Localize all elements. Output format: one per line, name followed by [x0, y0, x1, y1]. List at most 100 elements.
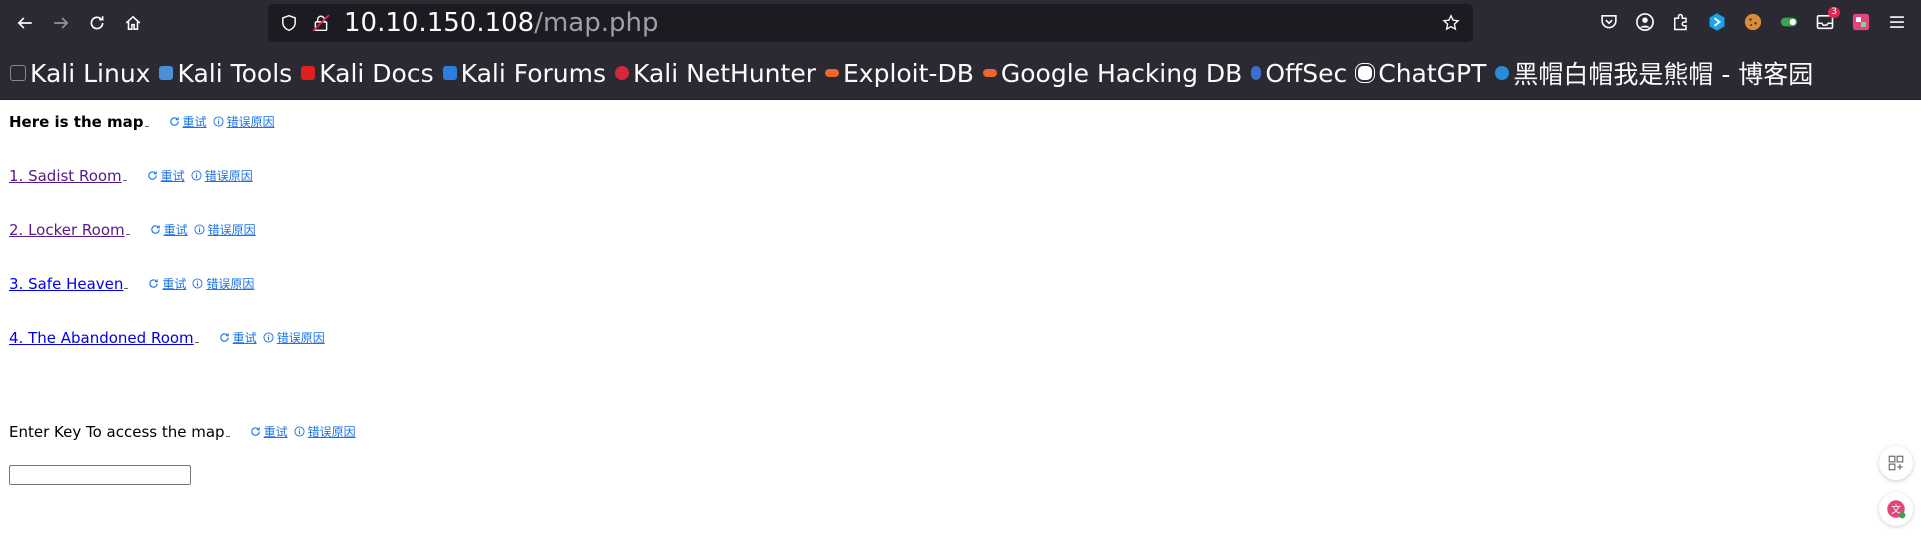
- error-reason-link[interactable]: 错误原因: [277, 329, 325, 346]
- toggle-extension-icon: [1780, 17, 1798, 27]
- error-reason-link[interactable]: 错误原因: [206, 275, 254, 292]
- floating-grid-button[interactable]: [1879, 446, 1913, 480]
- room-row: 3. Safe Heaven 重试 错误原因: [9, 275, 254, 293]
- translate-marker: [125, 233, 130, 235]
- bookmark-kali-tools[interactable]: Kali Tools: [159, 59, 292, 88]
- kali-docs-icon: [301, 66, 316, 80]
- translate-marker: [124, 287, 129, 289]
- retry-link[interactable]: 重试: [161, 167, 185, 184]
- extension-blue-button[interactable]: [1706, 11, 1728, 33]
- bookmark-label: OffSec: [1265, 58, 1348, 88]
- bookmark-kali-forums[interactable]: Kali Forums: [442, 58, 607, 88]
- retry-icon: [169, 117, 179, 126]
- reload-button[interactable]: [82, 8, 112, 38]
- key-input[interactable]: [9, 465, 191, 485]
- bookmark-exploit-db[interactable]: Exploit-DB: [824, 58, 974, 88]
- retry-link[interactable]: 重试: [162, 275, 186, 292]
- room-link-locker[interactable]: 2. Locker Room: [9, 221, 125, 239]
- arrow-left-icon: [17, 17, 32, 29]
- cnblogs-icon: [1495, 66, 1510, 80]
- translate-ext-inline: 重试 错误原因: [148, 275, 254, 292]
- retry-icon: [149, 279, 159, 288]
- retry-link[interactable]: 重试: [164, 221, 188, 238]
- menu-button[interactable]: [1886, 11, 1908, 33]
- bookmark-google-hacking-db[interactable]: Google Hacking DB: [982, 59, 1242, 88]
- offsec-icon: [1251, 66, 1262, 80]
- bookmark-chatgpt[interactable]: ChatGPT: [1356, 59, 1486, 88]
- url-host: 10.10.150.108: [344, 8, 535, 38]
- insecure-lock-icon[interactable]: [312, 14, 330, 32]
- exploit-db-icon: [824, 69, 839, 77]
- room-link-safe-heaven[interactable]: 3. Safe Heaven: [9, 275, 123, 293]
- extensions-button[interactable]: [1670, 11, 1692, 33]
- toggle-extension-button[interactable]: [1778, 11, 1800, 33]
- translate-marker: [194, 341, 199, 343]
- translate-marker: [225, 435, 230, 437]
- error-reason-link[interactable]: 错误原因: [205, 167, 253, 184]
- puzzle-icon: [1674, 13, 1687, 31]
- bookmark-star-icon[interactable]: [1442, 14, 1460, 32]
- home-button[interactable]: [118, 8, 148, 38]
- retry-link[interactable]: 重试: [264, 423, 288, 440]
- translate-extension-button[interactable]: [1850, 11, 1872, 33]
- bookmark-cnblogs[interactable]: 黑帽白帽我是熊帽 - 博客园: [1495, 55, 1813, 91]
- error-reason-link[interactable]: 错误原因: [227, 113, 275, 130]
- url-text[interactable]: 10.10.150.108/map.php: [344, 9, 659, 37]
- room-link-sadist[interactable]: 1. Sadist Room: [9, 167, 122, 185]
- retry-link[interactable]: 重试: [233, 329, 257, 346]
- grid-add-icon: [1888, 455, 1904, 471]
- cookie-icon: [1744, 13, 1762, 31]
- browser-toolbar: 10.10.150.108/map.php 3: [0, 0, 1921, 47]
- retry-link[interactable]: 重试: [183, 113, 207, 130]
- retry-icon: [148, 171, 157, 180]
- map-heading-row: Here is the map 重试 错误原因: [9, 113, 275, 131]
- cookie-extension-button[interactable]: [1742, 11, 1764, 33]
- room-row: 2. Locker Room 重试 错误原因: [9, 221, 256, 239]
- back-button[interactable]: [10, 8, 40, 38]
- ghdb-icon: [982, 69, 997, 77]
- kali-nethunter-icon: [615, 66, 630, 80]
- hexagon-extension-icon: [1709, 13, 1725, 31]
- error-reason-link[interactable]: 错误原因: [208, 221, 256, 238]
- info-icon: [263, 332, 274, 343]
- info-icon: [194, 224, 205, 235]
- chatgpt-icon: [1356, 64, 1375, 82]
- shield-icon[interactable]: [280, 14, 298, 32]
- bookmark-kali-nethunter[interactable]: Kali NetHunter: [615, 59, 816, 88]
- bookmark-offsec[interactable]: OffSec: [1251, 59, 1347, 88]
- forward-button[interactable]: [46, 8, 76, 38]
- room-row: 1. Sadist Room 重试 错误原因: [9, 167, 253, 185]
- pocket-button[interactable]: [1598, 11, 1620, 33]
- translate-ext-inline: 重试 错误原因: [147, 167, 253, 184]
- floating-translate-button[interactable]: 文: [1879, 492, 1913, 526]
- address-bar[interactable]: 10.10.150.108/map.php: [268, 4, 1473, 42]
- bookmark-kali-docs[interactable]: Kali Docs: [301, 58, 434, 88]
- reload-icon: [90, 16, 104, 30]
- url-path: /map.php: [534, 8, 659, 38]
- bookmark-label: Kali NetHunter: [633, 58, 816, 88]
- room-row: 4. The Abandoned Room 重试 错误原因: [9, 329, 325, 347]
- room-link-abandoned[interactable]: 4. The Abandoned Room: [9, 329, 194, 347]
- kali-tools-icon: [159, 66, 174, 80]
- notification-badge: 3: [1828, 7, 1840, 18]
- error-reason-link[interactable]: 错误原因: [308, 423, 356, 440]
- translate-ext-inline: 重试 错误原因: [150, 221, 256, 238]
- bookmark-label: 黑帽白帽我是熊帽 - 博客园: [1513, 60, 1814, 89]
- info-icon: [213, 116, 224, 127]
- bookmark-label: Kali Docs: [319, 58, 434, 88]
- retry-icon: [250, 427, 260, 436]
- hamburger-menu-icon: [1890, 16, 1904, 28]
- retry-icon: [220, 333, 229, 342]
- key-prompt-row: Enter Key To access the map 重试 错误原因: [9, 423, 356, 441]
- kali-forums-icon: [442, 66, 457, 80]
- bookmark-kali-linux[interactable]: Kali Linux: [10, 59, 150, 88]
- bookmark-label: Kali Forums: [460, 58, 607, 88]
- account-button[interactable]: [1634, 11, 1656, 33]
- bookmark-label: Kali Tools: [177, 58, 293, 88]
- pocket-icon: [1601, 14, 1617, 29]
- bookmark-label: Exploit-DB: [842, 58, 974, 88]
- bookmarks-toolbar: Kali Linux Kali Tools Kali Docs Kali For…: [0, 47, 1921, 100]
- retry-icon: [150, 225, 160, 234]
- mail-extension-button[interactable]: 3: [1814, 7, 1840, 33]
- translate-icon: 文: [1887, 500, 1906, 519]
